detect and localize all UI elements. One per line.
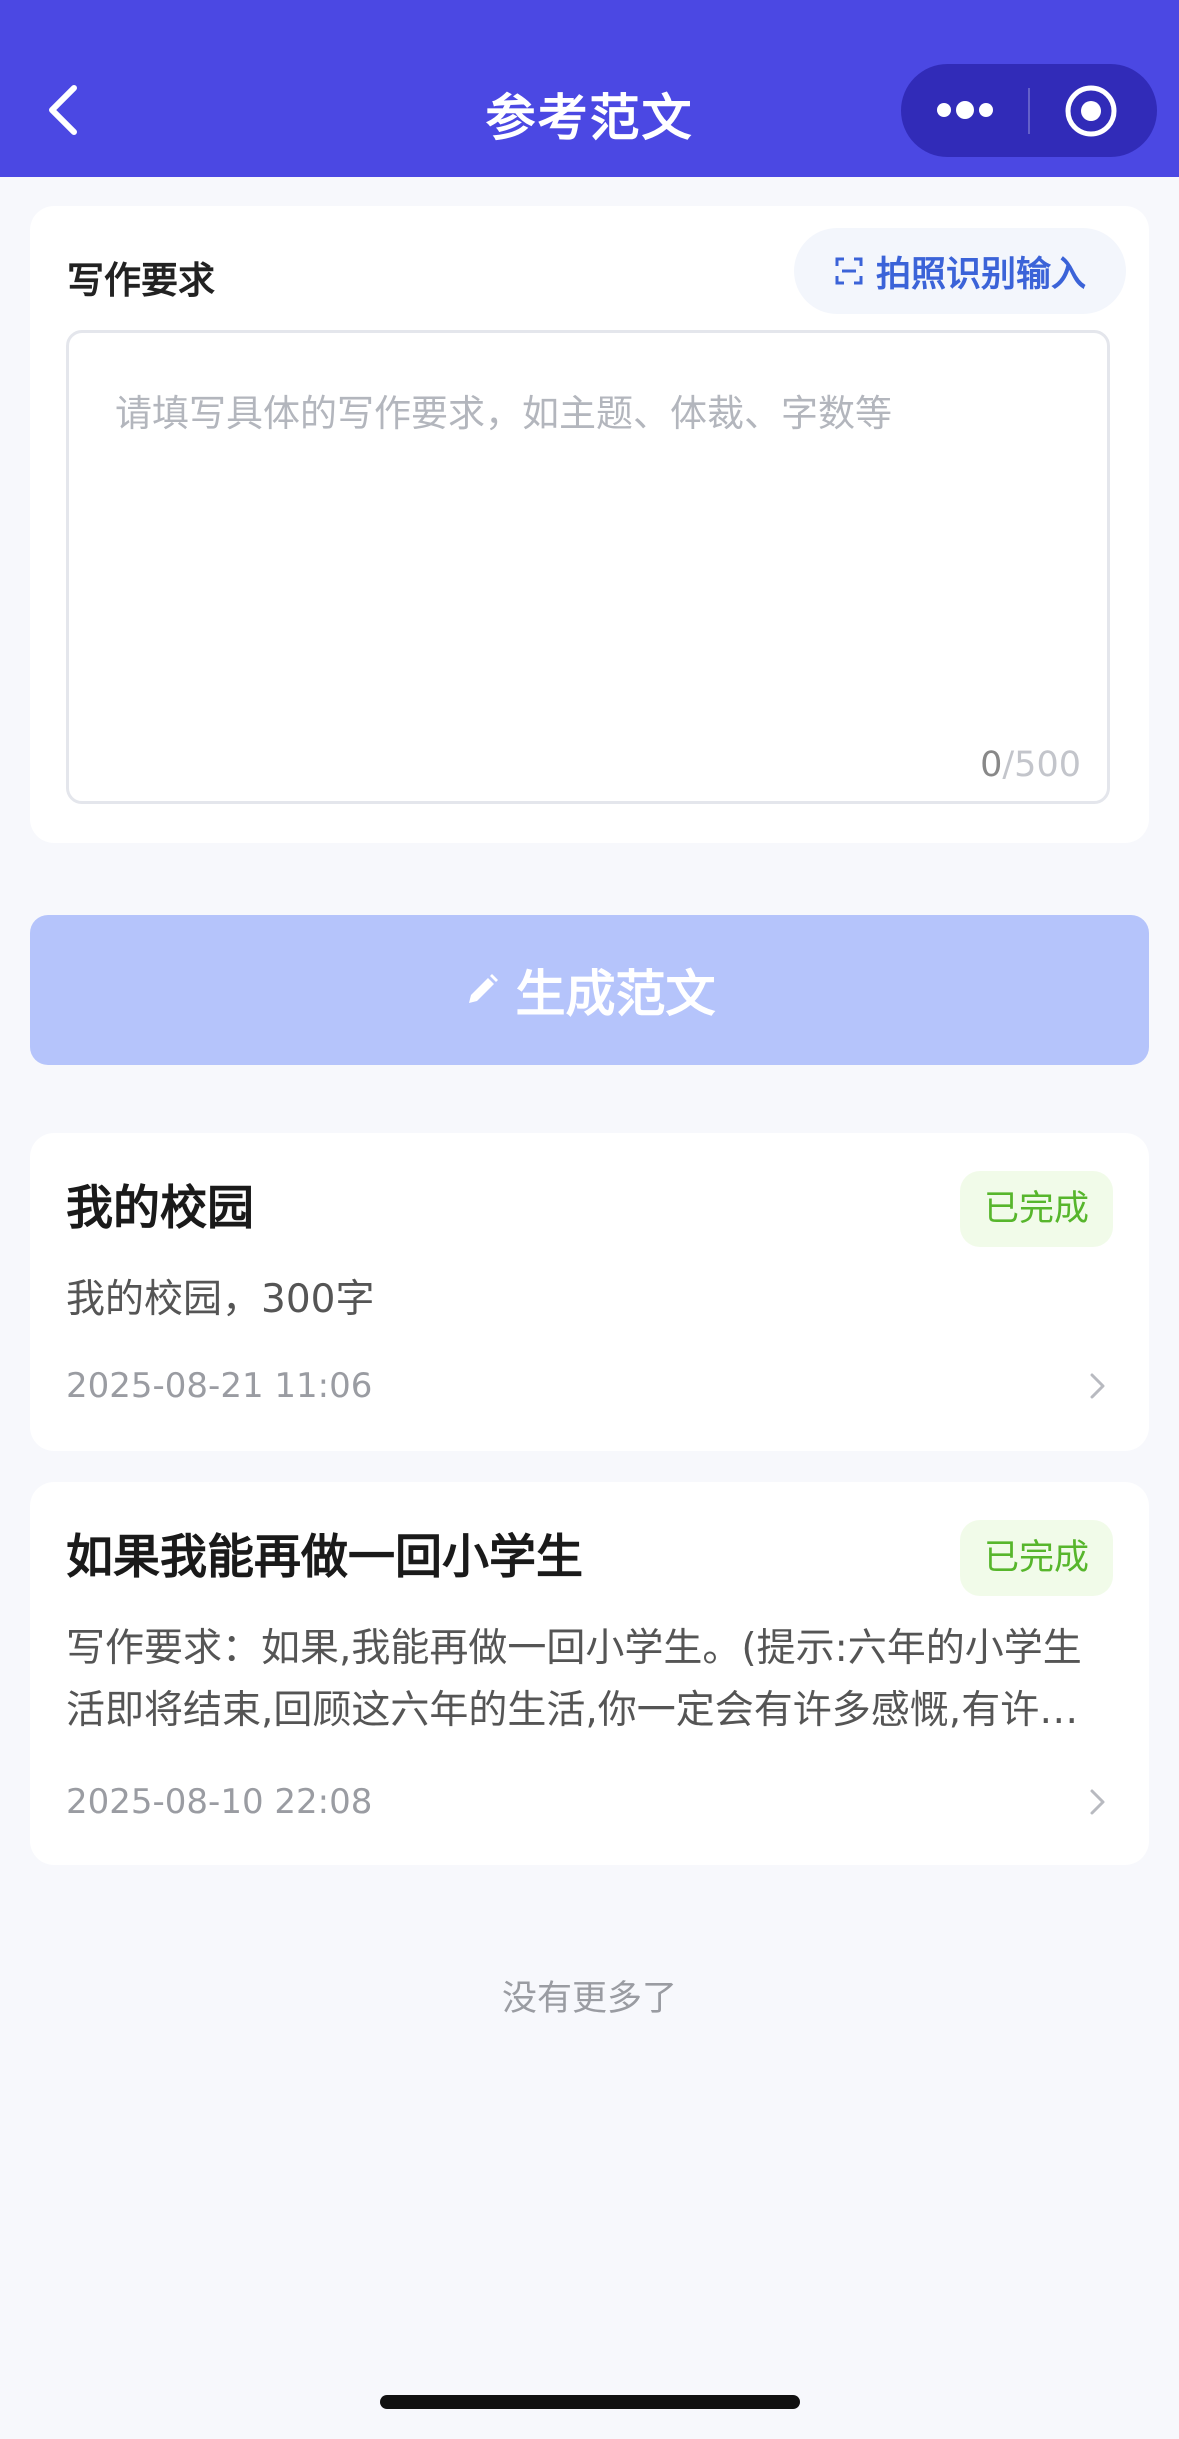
- photo-ocr-label: 拍照识别输入: [875, 254, 1086, 295]
- char-count-max: /500: [1002, 745, 1081, 785]
- home-indicator[interactable]: [380, 2395, 800, 2409]
- no-more-text: 没有更多了: [501, 1979, 677, 2019]
- status-badge: 已完成: [959, 1171, 1113, 1247]
- more-icon[interactable]: [935, 92, 995, 128]
- generate-essay-label: 生成范文: [515, 965, 716, 1023]
- photo-ocr-button[interactable]: 拍照识别输入: [794, 228, 1126, 314]
- close-miniprogram-icon[interactable]: [1064, 84, 1118, 138]
- pencil-icon: [468, 974, 498, 1003]
- requirement-input[interactable]: [69, 333, 1107, 801]
- capsule-divider: [1028, 88, 1030, 134]
- requirement-card: 写作要求 拍照识别输入 0/500: [30, 206, 1149, 843]
- history-item-title: 我的校园: [66, 1181, 254, 1236]
- history-item-date: 2025-08-21 11:06: [66, 1366, 373, 1406]
- chevron-right-icon: [1090, 1373, 1105, 1399]
- requirement-label: 写作要求: [67, 259, 215, 302]
- char-count-current: 0: [980, 745, 1003, 785]
- char-counter: 0/500: [980, 745, 1081, 785]
- status-badge: 已完成: [959, 1520, 1113, 1596]
- scan-icon: [835, 257, 863, 285]
- mini-program-capsule: [901, 64, 1157, 157]
- history-item[interactable]: 如果我能再做一回小学生 已完成 写作要求：如果,我能再做一回小学生。(提示:六年…: [30, 1482, 1149, 1865]
- history-item-title: 如果我能再做一回小学生: [66, 1530, 583, 1585]
- history-item-date: 2025-08-10 22:08: [66, 1782, 373, 1822]
- history-item-desc: 我的校园，300字: [66, 1277, 375, 1322]
- requirement-textarea-box: 0/500: [66, 330, 1110, 804]
- chevron-right-icon: [1090, 1789, 1105, 1815]
- history-item-desc: 写作要求：如果,我能再做一回小学生。(提示:六年的小学生活即将结束,回顾这六年的…: [66, 1626, 1082, 1733]
- generate-essay-button[interactable]: 生成范文: [30, 915, 1149, 1065]
- navigation-bar: 参考范文: [0, 0, 1179, 177]
- history-item[interactable]: 我的校园 已完成 我的校园，300字 2025-08-21 11:06: [30, 1133, 1149, 1451]
